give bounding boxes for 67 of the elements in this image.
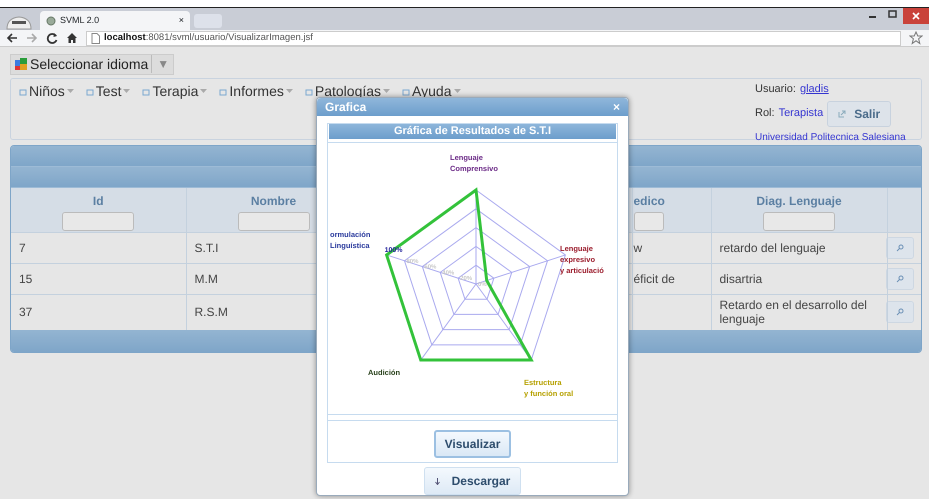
caret-icon <box>66 89 74 94</box>
dialog-title: Grafica <box>325 99 366 116</box>
table-cell: Retardo en el desarrollo del lenguaje <box>720 298 867 326</box>
table-cell: retardo del lenguaje <box>720 240 826 255</box>
menu-item-icon <box>402 88 410 96</box>
menu-item-icon <box>219 88 228 96</box>
menu-item-icon <box>304 88 313 96</box>
star-icon[interactable] <box>909 31 923 45</box>
browser-tab[interactable]: SVML 2.0 × <box>40 11 190 30</box>
caret-icon <box>454 89 460 94</box>
user-label: Usuario: <box>755 82 796 97</box>
column-header: Nombre <box>250 193 298 210</box>
download-icon <box>434 478 440 484</box>
view-button[interactable] <box>886 237 914 259</box>
home-icon[interactable] <box>66 32 78 44</box>
column-header: Id <box>92 193 105 210</box>
menu-item-icon <box>86 88 94 96</box>
table-cell: w <box>634 240 642 255</box>
filter-field[interactable] <box>62 212 134 231</box>
table-cell: disartria <box>720 272 762 286</box>
filter-field[interactable] <box>763 212 835 231</box>
column-header: Diag. Lenguaje <box>755 193 843 210</box>
logout-button[interactable]: Salir <box>827 100 892 126</box>
chart-title: Gráfica de Resultados de S.T.I <box>329 124 616 139</box>
menu-item[interactable]: Informes <box>219 81 293 102</box>
reload-icon[interactable] <box>46 32 58 44</box>
back-icon[interactable] <box>6 32 18 44</box>
caret-icon <box>123 89 130 94</box>
menu-item[interactable]: Patologías <box>304 81 390 102</box>
menu-item[interactable]: Ayuda <box>402 81 460 102</box>
search-icon <box>896 244 904 252</box>
forward-icon[interactable] <box>26 32 38 44</box>
filter-field[interactable] <box>238 212 310 231</box>
globe-icon <box>46 16 56 26</box>
menu-item[interactable]: Test <box>86 81 130 102</box>
table-cell: 37 <box>19 305 32 320</box>
tab-close-button[interactable]: × <box>178 14 184 28</box>
table-cell: éficit de <box>634 272 675 286</box>
table-cell: S.T.I <box>194 240 219 255</box>
table-cell: M.M <box>194 272 218 286</box>
menu-item[interactable]: Terapia <box>142 81 208 102</box>
caret-icon <box>383 89 390 94</box>
tab-title: SVML 2.0 <box>60 14 100 27</box>
column-header: edico <box>634 193 666 210</box>
institution-text: Universidad Politecnica Salesiana <box>755 130 907 144</box>
view-button[interactable] <box>886 301 914 324</box>
caret-icon <box>286 89 293 94</box>
close-icon[interactable] <box>903 8 929 24</box>
view-button[interactable] <box>886 268 914 290</box>
role-value: Terapista <box>778 106 824 122</box>
visualize-button[interactable]: Visualizar <box>434 430 512 458</box>
translate-icon <box>15 58 27 70</box>
table-cell: R.S.M <box>194 305 228 320</box>
filter-field[interactable] <box>634 212 664 231</box>
download-button[interactable]: Descargar <box>424 467 522 495</box>
table-cell: 15 <box>19 272 32 286</box>
search-icon <box>896 308 904 316</box>
menu-item[interactable]: Niños <box>19 81 74 102</box>
language-dropdown[interactable]: Seleccionar idioma ▼ <box>10 54 174 74</box>
role-label: Rol: <box>755 106 775 122</box>
menu-item-icon <box>142 88 150 96</box>
menu-item-icon <box>19 88 27 96</box>
exit-icon <box>838 110 846 118</box>
caret-icon <box>200 89 208 94</box>
table-cell: 7 <box>19 240 26 255</box>
search-icon <box>896 275 904 283</box>
user-link[interactable]: gladis <box>800 81 829 98</box>
